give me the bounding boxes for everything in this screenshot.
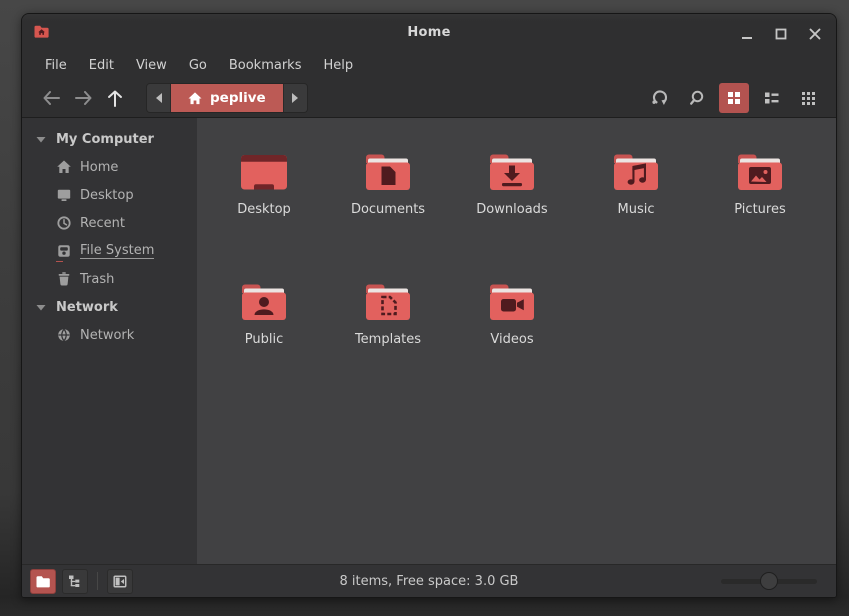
file-item-public[interactable]: Public bbox=[202, 271, 326, 401]
network-icon bbox=[56, 327, 72, 343]
file-item-label: Videos bbox=[490, 332, 533, 347]
sidebar-section-my-computer[interactable]: My Computer bbox=[22, 125, 197, 153]
file-manager-window: Home FileEditViewGoBookmarksHelp bbox=[21, 13, 837, 598]
folder-icon bbox=[35, 574, 51, 589]
file-item-videos[interactable]: Videos bbox=[450, 271, 574, 401]
file-item-pictures[interactable]: Pictures bbox=[698, 141, 822, 271]
recent-icon bbox=[56, 215, 72, 231]
trash-icon bbox=[56, 271, 72, 287]
window-controls bbox=[740, 14, 822, 51]
menu-bar: FileEditViewGoBookmarksHelp bbox=[22, 51, 836, 79]
sidebar-section-network[interactable]: Network bbox=[22, 293, 197, 321]
templates-folder-icon bbox=[364, 271, 412, 323]
file-item-downloads[interactable]: Downloads bbox=[450, 141, 574, 271]
up-button[interactable] bbox=[99, 83, 131, 113]
sidebar-item-file-system[interactable]: File System bbox=[22, 237, 197, 265]
window-app-icon bbox=[33, 23, 50, 40]
reload-button[interactable] bbox=[645, 83, 675, 113]
sidebar-section-label: My Computer bbox=[56, 132, 154, 147]
tree-icon bbox=[67, 574, 83, 589]
toolbar: peplive bbox=[22, 79, 836, 118]
file-grid: Desktop Documents Downloads Music Pictures Pu… bbox=[202, 141, 836, 401]
public-folder-icon bbox=[240, 271, 288, 323]
forward-button[interactable] bbox=[67, 83, 99, 113]
expander-icon bbox=[34, 136, 48, 143]
file-item-label: Pictures bbox=[734, 202, 785, 217]
status-summary: 8 items, Free space: 3.0 GB bbox=[22, 574, 836, 589]
documents-folder-icon bbox=[364, 141, 412, 193]
minimize-button[interactable] bbox=[740, 26, 754, 40]
zoom-slider[interactable] bbox=[721, 572, 817, 590]
menu-item-bookmarks[interactable]: Bookmarks bbox=[218, 54, 313, 77]
file-item-label: Public bbox=[245, 332, 283, 347]
sidebar-section-label: Network bbox=[56, 300, 118, 315]
side-pane-icon bbox=[112, 574, 128, 589]
desktop-icon bbox=[56, 187, 72, 203]
music-folder-icon bbox=[612, 141, 660, 193]
statusbar-separator bbox=[97, 572, 98, 590]
file-item-documents[interactable]: Documents bbox=[326, 141, 450, 271]
folder-view[interactable]: Desktop Documents Downloads Music Pictures Pu… bbox=[197, 118, 836, 564]
file-item-desktop[interactable]: Desktop bbox=[202, 141, 326, 271]
menu-item-edit[interactable]: Edit bbox=[78, 54, 125, 77]
menu-item-help[interactable]: Help bbox=[312, 54, 364, 77]
title-bar[interactable]: Home bbox=[22, 14, 836, 51]
file-item-label: Documents bbox=[351, 202, 425, 217]
menu-item-file[interactable]: File bbox=[34, 54, 78, 77]
compact-view-button[interactable] bbox=[793, 83, 823, 113]
window-content: My Computer Home Desktop Recent File System T… bbox=[22, 118, 836, 564]
file-item-templates[interactable]: Templates bbox=[326, 271, 450, 401]
file-item-label: Downloads bbox=[476, 202, 547, 217]
back-button[interactable] bbox=[35, 83, 67, 113]
home-icon bbox=[188, 92, 202, 105]
search-button[interactable] bbox=[682, 83, 712, 113]
sidebar-item-network[interactable]: Network bbox=[22, 321, 197, 349]
path-scroll-right-button[interactable] bbox=[284, 84, 307, 112]
file-item-music[interactable]: Music bbox=[574, 141, 698, 271]
videos-folder-icon bbox=[488, 271, 536, 323]
sidebar-item-label: Network bbox=[80, 328, 134, 343]
close-button[interactable] bbox=[808, 26, 822, 40]
sidebar-item-label: File System bbox=[80, 243, 154, 259]
icon-view-button[interactable] bbox=[719, 83, 749, 113]
desktop-folder-icon bbox=[240, 141, 288, 193]
path-segment-home[interactable]: peplive bbox=[170, 84, 284, 112]
side-pane: My Computer Home Desktop Recent File System T… bbox=[22, 118, 197, 564]
sidebar-item-label: Recent bbox=[80, 216, 125, 231]
window-title: Home bbox=[22, 25, 836, 40]
directory-tree-button[interactable] bbox=[62, 569, 88, 594]
list-view-button[interactable] bbox=[756, 83, 786, 113]
sidebar-item-label: Trash bbox=[80, 272, 114, 287]
zoom-slider-handle[interactable] bbox=[760, 572, 778, 590]
expander-icon bbox=[34, 304, 48, 311]
file-item-label: Music bbox=[618, 202, 655, 217]
menu-item-go[interactable]: Go bbox=[178, 54, 218, 77]
places-pane-button[interactable] bbox=[30, 569, 56, 594]
desktop: { "window": { "title": "Home" }, "menu":… bbox=[0, 0, 849, 616]
sidebar-item-recent[interactable]: Recent bbox=[22, 209, 197, 237]
maximize-button[interactable] bbox=[774, 26, 788, 40]
toolbar-actions bbox=[645, 83, 823, 113]
sidebar-item-home[interactable]: Home bbox=[22, 153, 197, 181]
downloads-folder-icon bbox=[488, 141, 536, 193]
sidebar-item-trash[interactable]: Trash bbox=[22, 265, 197, 293]
menu-item-view[interactable]: View bbox=[125, 54, 178, 77]
toggle-side-pane-button[interactable] bbox=[107, 569, 133, 594]
home-icon bbox=[56, 159, 72, 175]
file-item-label: Desktop bbox=[237, 202, 291, 217]
path-current-label: peplive bbox=[210, 90, 266, 106]
file-item-label: Templates bbox=[355, 332, 421, 347]
sidebar-item-label: Home bbox=[80, 160, 118, 175]
sidebar-item-label: Desktop bbox=[80, 188, 134, 203]
file-system-icon bbox=[56, 243, 72, 259]
pictures-folder-icon bbox=[736, 141, 784, 193]
path-bar: peplive bbox=[146, 83, 308, 113]
path-scroll-left-button[interactable] bbox=[147, 84, 170, 112]
status-bar: 8 items, Free space: 3.0 GB bbox=[22, 564, 836, 597]
sidebar-item-desktop[interactable]: Desktop bbox=[22, 181, 197, 209]
